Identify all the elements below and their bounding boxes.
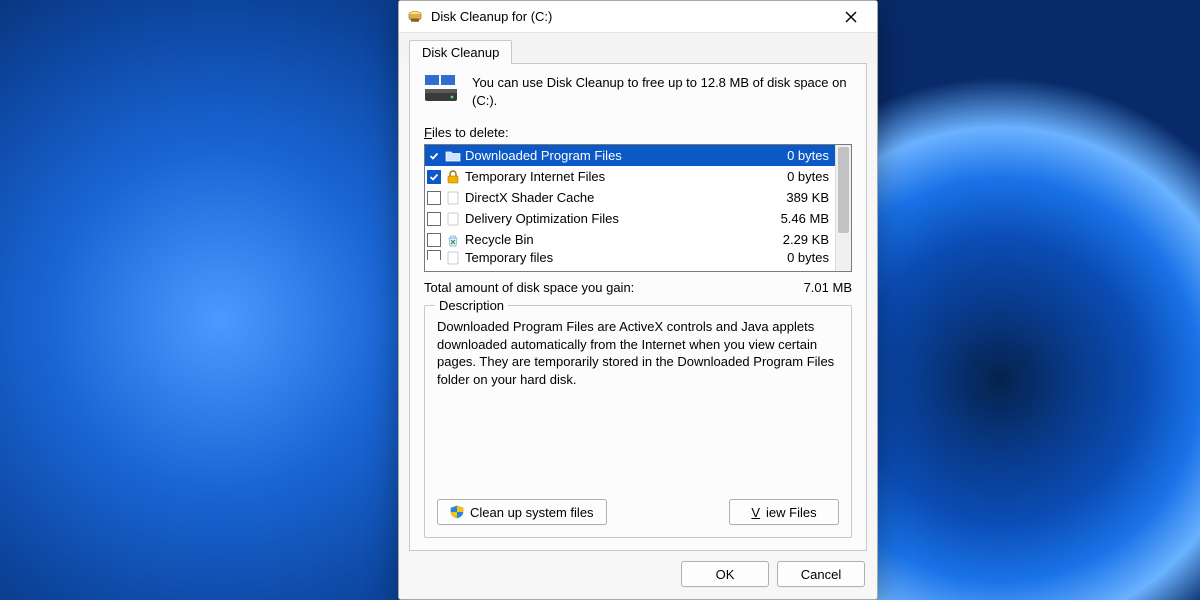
description-group: Description Downloaded Program Files are…	[424, 305, 852, 538]
uac-shield-icon	[450, 505, 464, 519]
disk-cleanup-icon	[407, 9, 423, 25]
totals-row: Total amount of disk space you gain: 7.0…	[424, 280, 852, 295]
intro-text: You can use Disk Cleanup to free up to 1…	[472, 74, 852, 109]
tab-disk-cleanup[interactable]: Disk Cleanup	[409, 40, 512, 64]
blank-icon	[445, 190, 461, 206]
file-row[interactable]: Delivery Optimization Files 5.46 MB	[425, 208, 835, 229]
file-size: 389 KB	[761, 190, 831, 205]
blank-icon	[445, 250, 461, 266]
main-panel: You can use Disk Cleanup to free up to 1…	[409, 63, 867, 551]
titlebar[interactable]: Disk Cleanup for (C:)	[399, 1, 877, 33]
file-row[interactable]: Temporary Internet Files 0 bytes	[425, 166, 835, 187]
file-size: 0 bytes	[761, 250, 831, 265]
file-name: DirectX Shader Cache	[465, 190, 757, 205]
window-title: Disk Cleanup for (C:)	[431, 9, 831, 24]
checkbox[interactable]	[427, 149, 441, 163]
file-list-rows[interactable]: Downloaded Program Files0 bytesTemporary…	[425, 145, 835, 271]
lock-icon	[445, 169, 461, 185]
clean-system-files-label: Clean up system files	[470, 505, 594, 520]
dialog-footer: OK Cancel	[399, 551, 877, 599]
checkbox[interactable]	[427, 233, 441, 247]
file-size: 5.46 MB	[761, 211, 831, 226]
tab-strip: Disk Cleanup	[399, 33, 877, 63]
recycle-icon	[445, 232, 461, 248]
view-files-label: iew Files	[766, 505, 817, 520]
file-size: 0 bytes	[761, 169, 831, 184]
clean-system-files-button[interactable]: Clean up system files	[437, 499, 607, 525]
intro-row: You can use Disk Cleanup to free up to 1…	[424, 74, 852, 109]
folder-icon	[445, 148, 461, 164]
file-row[interactable]: Downloaded Program Files 0 bytes	[425, 145, 835, 166]
total-label: Total amount of disk space you gain:	[424, 280, 634, 295]
total-value: 7.01 MB	[804, 280, 852, 295]
scrollbar[interactable]	[835, 145, 851, 271]
file-list: Downloaded Program Files0 bytesTemporary…	[424, 144, 852, 272]
file-name: Recycle Bin	[465, 232, 757, 247]
checkbox[interactable]	[427, 170, 441, 184]
disk-cleanup-window: Disk Cleanup for (C:) Disk Cleanup	[398, 0, 878, 600]
description-legend: Description	[435, 298, 508, 313]
desktop-wallpaper: { "window": { "title": "Disk Cleanup for…	[0, 0, 1200, 600]
file-row[interactable]: DirectX Shader Cache 389 KB	[425, 187, 835, 208]
file-row[interactable]: Recycle Bin 2.29 KB	[425, 229, 835, 250]
scrollbar-thumb[interactable]	[838, 147, 849, 233]
file-name: Delivery Optimization Files	[465, 211, 757, 226]
cancel-button[interactable]: Cancel	[777, 561, 865, 587]
close-button[interactable]	[831, 3, 871, 31]
file-name: Temporary Internet Files	[465, 169, 757, 184]
file-size: 2.29 KB	[761, 232, 831, 247]
checkbox[interactable]	[427, 191, 441, 205]
close-icon	[845, 11, 857, 23]
description-text: Downloaded Program Files are ActiveX con…	[437, 318, 839, 479]
files-to-delete-label: Files to delete:	[424, 125, 852, 140]
checkbox[interactable]	[427, 250, 441, 260]
checkbox[interactable]	[427, 212, 441, 226]
ok-button[interactable]: OK	[681, 561, 769, 587]
file-name: Downloaded Program Files	[465, 148, 757, 163]
drive-icon	[424, 74, 458, 109]
file-row[interactable]: Temporary files 0 bytes	[425, 250, 835, 266]
file-name: Temporary files	[465, 250, 757, 265]
view-files-button[interactable]: View Files	[729, 499, 839, 525]
file-size: 0 bytes	[761, 148, 831, 163]
blank-icon	[445, 211, 461, 227]
